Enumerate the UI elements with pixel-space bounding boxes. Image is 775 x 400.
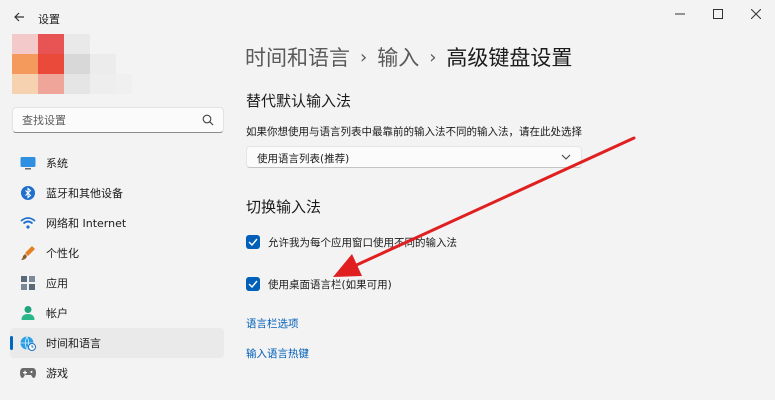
per-app-input-option[interactable]: 允许我为每个应用窗口使用不同的输入法 [246,234,457,250]
sidebar-item-label: 游戏 [46,367,68,380]
account-avatar [12,34,132,94]
sidebar-item-label: 蓝牙和其他设备 [46,187,123,200]
sidebar-item-label: 帐户 [46,307,68,320]
title-bar: 设置 [0,0,775,36]
checkmark-icon [248,238,258,246]
breadcrumb-item-input[interactable]: 输入 [377,42,419,72]
sidebar-item-label: 网络和 Internet [46,217,127,230]
brush-icon [20,245,36,261]
default-input-description: 如果你想使用与语言列表中最靠前的输入法不同的输入法，请在此处选择 [246,126,582,138]
close-icon [751,9,761,19]
sidebar-item-bluetooth[interactable]: 蓝牙和其他设备 [10,178,224,208]
sidebar-item-personalization[interactable]: 个性化 [10,238,224,268]
per-app-input-checkbox[interactable] [246,235,260,249]
minimize-icon [675,13,685,15]
close-button[interactable] [737,0,775,28]
page-title: 高级键盘设置 [446,46,573,70]
desktop-language-bar-label: 使用桌面语言栏(如果可用) [268,278,392,291]
back-button[interactable] [8,6,30,28]
maximize-button[interactable] [699,0,737,28]
default-input-method-dropdown[interactable]: 使用语言列表(推荐) [246,146,582,168]
search-box[interactable] [12,107,224,133]
gamepad-icon [20,365,36,381]
sidebar-item-label: 个性化 [46,247,79,260]
chevron-down-icon [561,154,571,160]
breadcrumb-separator: › [429,46,437,68]
bluetooth-icon [20,185,36,201]
wifi-icon [20,215,36,231]
globe-clock-icon [20,335,36,351]
search-input[interactable] [13,108,193,132]
language-bar-options-link[interactable]: 语言栏选项 [246,316,299,331]
sidebar-item-gaming[interactable]: 游戏 [10,358,224,388]
sidebar-item-label: 系统 [46,157,68,170]
breadcrumb: 时间和语言 › 输入 › 高级键盘设置 [245,42,572,72]
switch-input-section-title: 切换输入法 [246,198,322,216]
app-title: 设置 [38,13,60,26]
checkmark-icon [248,280,258,288]
breadcrumb-separator: › [360,46,368,68]
per-app-input-label: 允许我为每个应用窗口使用不同的输入法 [268,236,457,249]
back-arrow-icon [14,12,24,22]
person-icon [20,305,36,321]
default-input-section-title: 替代默认输入法 [246,92,352,110]
window-controls [661,0,775,28]
sidebar-item-label: 应用 [46,277,68,290]
input-language-hotkeys-link[interactable]: 输入语言热键 [246,346,309,361]
monitor-icon [20,155,36,171]
minimize-button[interactable] [661,0,699,28]
sidebar-item-network[interactable]: 网络和 Internet [10,208,224,238]
desktop-language-bar-checkbox[interactable] [246,277,260,291]
maximize-icon [713,9,723,19]
dropdown-selected-value: 使用语言列表(推荐) [257,153,350,165]
sidebar-nav: 系统 蓝牙和其他设备 网络和 Internet 个性化 应用 帐户 时间和语言 … [10,148,224,388]
desktop-language-bar-option[interactable]: 使用桌面语言栏(如果可用) [246,276,392,292]
search-icon[interactable] [201,113,215,127]
sidebar-item-time-language[interactable]: 时间和语言 [10,328,224,358]
sidebar-item-label: 时间和语言 [46,337,101,350]
settings-window: 设置 查找设置 系统 蓝牙和其他设备 网络和 Internet 个性化 应用 帐… [0,0,775,400]
sidebar-item-system[interactable]: 系统 [10,148,224,178]
sidebar-item-apps[interactable]: 应用 [10,268,224,298]
sidebar-item-accounts[interactable]: 帐户 [10,298,224,328]
apps-icon [20,275,36,291]
breadcrumb-item-time-language[interactable]: 时间和语言 [245,42,350,72]
